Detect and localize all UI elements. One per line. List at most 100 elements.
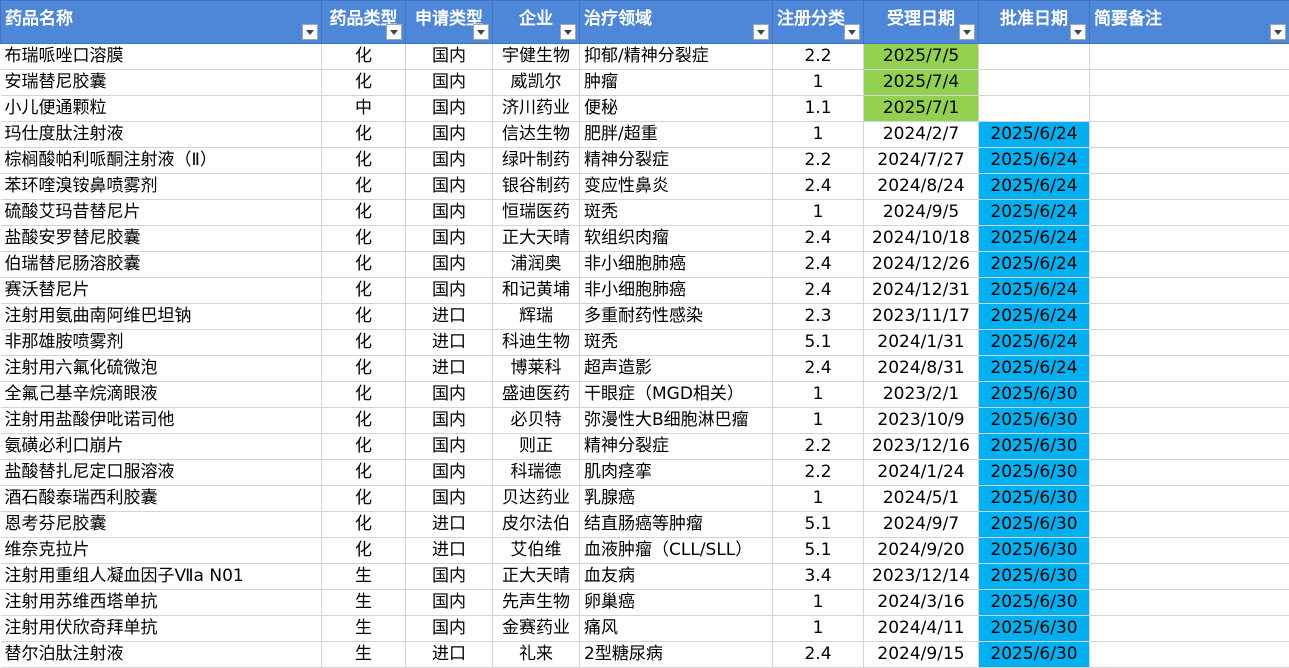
- cell-company[interactable]: 宇健生物: [493, 44, 580, 70]
- cell-drug-name[interactable]: 盐酸替扎尼定口服溶液: [1, 460, 322, 486]
- cell-therapeutic-area[interactable]: 干眼症（MGD相关）: [580, 382, 773, 408]
- cell-drug-type[interactable]: 化: [322, 122, 406, 148]
- cell-notes[interactable]: [1090, 512, 1289, 538]
- cell-accept-date[interactable]: 2024/10/18: [864, 226, 979, 252]
- cell-accept-date[interactable]: 2025/7/1: [864, 96, 979, 122]
- cell-therapeutic-area[interactable]: 软组织肉瘤: [580, 226, 773, 252]
- cell-drug-type[interactable]: 化: [322, 408, 406, 434]
- cell-drug-type[interactable]: 化: [322, 148, 406, 174]
- cell-registration-class[interactable]: 2.4: [773, 174, 864, 200]
- cell-therapeutic-area[interactable]: 便秘: [580, 96, 773, 122]
- cell-accept-date[interactable]: 2024/12/31: [864, 278, 979, 304]
- cell-notes[interactable]: [1090, 564, 1289, 590]
- cell-approve-date[interactable]: 2025/6/30: [979, 512, 1090, 538]
- cell-registration-class[interactable]: 2.4: [773, 226, 864, 252]
- cell-therapeutic-area[interactable]: 超声造影: [580, 356, 773, 382]
- cell-drug-type[interactable]: 化: [322, 304, 406, 330]
- cell-approve-date[interactable]: 2025/6/30: [979, 486, 1090, 512]
- cell-therapeutic-area[interactable]: 血友病: [580, 564, 773, 590]
- cell-drug-type[interactable]: 化: [322, 512, 406, 538]
- cell-drug-type[interactable]: 化: [322, 252, 406, 278]
- cell-notes[interactable]: [1090, 200, 1289, 226]
- cell-accept-date[interactable]: 2024/9/5: [864, 200, 979, 226]
- filter-dropdown-button[interactable]: [302, 24, 318, 40]
- cell-registration-class[interactable]: 2.4: [773, 356, 864, 382]
- cell-application-type[interactable]: 进口: [406, 642, 493, 668]
- cell-registration-class[interactable]: 2.2: [773, 460, 864, 486]
- cell-accept-date[interactable]: 2023/12/14: [864, 564, 979, 590]
- cell-therapeutic-area[interactable]: 肥胖/超重: [580, 122, 773, 148]
- cell-approve-date[interactable]: 2025/6/30: [979, 408, 1090, 434]
- cell-therapeutic-area[interactable]: 非小细胞肺癌: [580, 278, 773, 304]
- cell-drug-name[interactable]: 非那雄胺喷雾剂: [1, 330, 322, 356]
- cell-registration-class[interactable]: 2.2: [773, 148, 864, 174]
- cell-company[interactable]: 博莱科: [493, 356, 580, 382]
- cell-notes[interactable]: [1090, 356, 1289, 382]
- cell-company[interactable]: 礼来: [493, 642, 580, 668]
- cell-therapeutic-area[interactable]: 多重耐药性感染: [580, 304, 773, 330]
- filter-dropdown-button[interactable]: [1270, 24, 1286, 40]
- cell-therapeutic-area[interactable]: 2型糖尿病: [580, 642, 773, 668]
- cell-drug-type[interactable]: 化: [322, 226, 406, 252]
- cell-notes[interactable]: [1090, 122, 1289, 148]
- cell-notes[interactable]: [1090, 174, 1289, 200]
- cell-drug-type[interactable]: 化: [322, 200, 406, 226]
- cell-application-type[interactable]: 国内: [406, 460, 493, 486]
- cell-therapeutic-area[interactable]: 弥漫性大B细胞淋巴瘤: [580, 408, 773, 434]
- cell-registration-class[interactable]: 3.4: [773, 564, 864, 590]
- cell-drug-type[interactable]: 化: [322, 538, 406, 564]
- cell-therapeutic-area[interactable]: 结直肠癌等肿瘤: [580, 512, 773, 538]
- cell-application-type[interactable]: 国内: [406, 96, 493, 122]
- cell-approve-date[interactable]: 2025/6/30: [979, 616, 1090, 642]
- cell-drug-name[interactable]: 氨磺必利口崩片: [1, 434, 322, 460]
- cell-approve-date[interactable]: 2025/6/30: [979, 382, 1090, 408]
- cell-approve-date[interactable]: 2025/6/30: [979, 460, 1090, 486]
- cell-application-type[interactable]: 国内: [406, 200, 493, 226]
- cell-approve-date[interactable]: 2025/6/24: [979, 174, 1090, 200]
- cell-application-type[interactable]: 国内: [406, 174, 493, 200]
- cell-drug-name[interactable]: 安瑞替尼胶囊: [1, 70, 322, 96]
- cell-drug-type[interactable]: 中: [322, 96, 406, 122]
- cell-application-type[interactable]: 进口: [406, 330, 493, 356]
- filter-dropdown-button[interactable]: [473, 24, 489, 40]
- cell-company[interactable]: 辉瑞: [493, 304, 580, 330]
- cell-application-type[interactable]: 国内: [406, 434, 493, 460]
- cell-therapeutic-area[interactable]: 痛风: [580, 616, 773, 642]
- cell-notes[interactable]: [1090, 408, 1289, 434]
- cell-company[interactable]: 金赛药业: [493, 616, 580, 642]
- cell-company[interactable]: 绿叶制药: [493, 148, 580, 174]
- cell-approve-date[interactable]: [979, 44, 1090, 70]
- cell-therapeutic-area[interactable]: 卵巢癌: [580, 590, 773, 616]
- cell-company[interactable]: 信达生物: [493, 122, 580, 148]
- cell-application-type[interactable]: 国内: [406, 408, 493, 434]
- cell-drug-name[interactable]: 全氟己基辛烷滴眼液: [1, 382, 322, 408]
- cell-drug-type[interactable]: 化: [322, 356, 406, 382]
- cell-drug-type[interactable]: 生: [322, 642, 406, 668]
- cell-approve-date[interactable]: 2025/6/24: [979, 122, 1090, 148]
- cell-drug-name[interactable]: 棕榈酸帕利哌酮注射液（Ⅱ）: [1, 148, 322, 174]
- cell-accept-date[interactable]: 2024/2/7: [864, 122, 979, 148]
- cell-therapeutic-area[interactable]: 精神分裂症: [580, 434, 773, 460]
- cell-approve-date[interactable]: 2025/6/24: [979, 304, 1090, 330]
- cell-drug-type[interactable]: 化: [322, 44, 406, 70]
- cell-drug-type[interactable]: 化: [322, 434, 406, 460]
- filter-dropdown-button[interactable]: [386, 24, 402, 40]
- cell-registration-class[interactable]: 1: [773, 200, 864, 226]
- cell-drug-name[interactable]: 布瑞哌唑口溶膜: [1, 44, 322, 70]
- cell-application-type[interactable]: 国内: [406, 278, 493, 304]
- cell-registration-class[interactable]: 1: [773, 616, 864, 642]
- cell-registration-class[interactable]: 5.1: [773, 512, 864, 538]
- cell-drug-name[interactable]: 注射用伏欣奇拜单抗: [1, 616, 322, 642]
- cell-notes[interactable]: [1090, 330, 1289, 356]
- cell-drug-name[interactable]: 注射用氨曲南阿维巴坦钠: [1, 304, 322, 330]
- cell-therapeutic-area[interactable]: 斑秃: [580, 200, 773, 226]
- cell-company[interactable]: 必贝特: [493, 408, 580, 434]
- cell-registration-class[interactable]: 2.4: [773, 642, 864, 668]
- cell-company[interactable]: 济川药业: [493, 96, 580, 122]
- cell-application-type[interactable]: 国内: [406, 44, 493, 70]
- cell-drug-name[interactable]: 注射用盐酸伊吡诺司他: [1, 408, 322, 434]
- cell-drug-name[interactable]: 小儿便通颗粒: [1, 96, 322, 122]
- cell-registration-class[interactable]: 1: [773, 486, 864, 512]
- cell-approve-date[interactable]: 2025/6/30: [979, 538, 1090, 564]
- cell-notes[interactable]: [1090, 382, 1289, 408]
